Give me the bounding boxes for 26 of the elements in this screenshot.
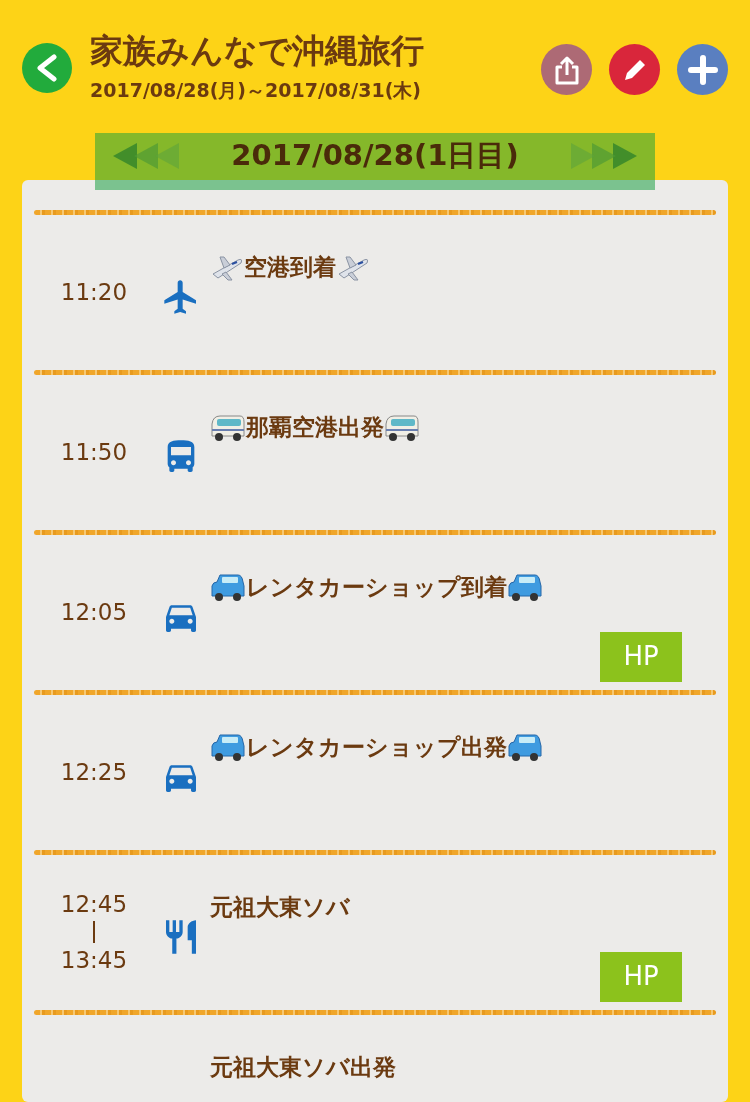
chevron-left-icon [35, 54, 59, 82]
back-button[interactable] [22, 43, 72, 93]
add-button[interactable] [677, 44, 728, 95]
time-label: 12:05 [60, 598, 128, 628]
share-button[interactable] [541, 44, 592, 95]
day-label: 2017/08/28(1日目) [231, 137, 519, 175]
event-title[interactable]: レンタカーショップ出発 [246, 731, 507, 762]
time-label: 11:20 [60, 278, 128, 308]
car-icon [507, 571, 543, 602]
event-title[interactable]: 元祖大東ソバ出発 [210, 1051, 396, 1082]
edit-button[interactable] [609, 44, 660, 95]
plus-icon [687, 54, 718, 85]
car-icon [210, 571, 246, 602]
event-title[interactable]: 那覇空港出発 [246, 411, 384, 442]
trip-title: 家族みんなで沖縄旅行 [90, 30, 425, 72]
time-label: 12:45 [60, 890, 128, 920]
car-icon [507, 731, 543, 762]
event-title[interactable]: 元祖大東ソバ [210, 891, 350, 922]
time-label: 13:45 [60, 946, 128, 976]
car-icon [210, 731, 246, 762]
share-icon [553, 54, 580, 85]
time-label: 12:25 [60, 758, 128, 788]
time-label: 11:50 [60, 438, 128, 468]
event-title[interactable]: 空港到着 [244, 251, 336, 282]
trip-dates: 2017/08/28(月)～2017/08/31(木) [90, 78, 422, 103]
event-title[interactable]: レンタカーショップ到着 [246, 571, 507, 602]
